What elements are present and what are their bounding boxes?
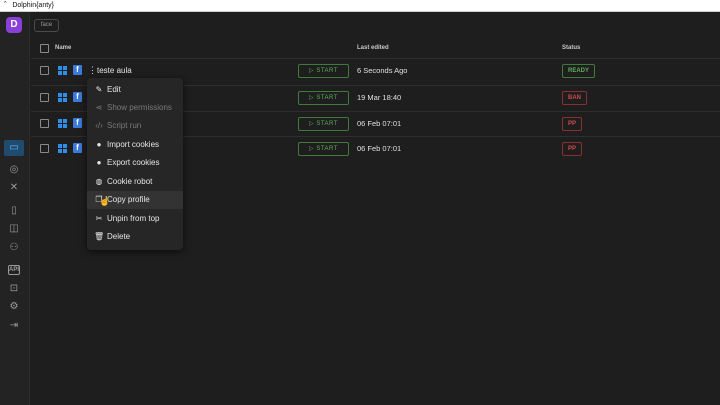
- select-all-checkbox[interactable]: [40, 44, 49, 53]
- row-checkbox[interactable]: [40, 66, 49, 75]
- status-badge: PP: [562, 117, 583, 131]
- unpin-icon: ✂: [95, 214, 103, 223]
- menu-item-label: Export cookies: [107, 158, 160, 167]
- proxy-icon[interactable]: ✕: [6, 181, 22, 195]
- last-edited: 6 Seconds Ago: [357, 66, 408, 75]
- menu-item-delete[interactable]: 🗑 Delete: [87, 228, 183, 246]
- menu-item-unpin-from-top[interactable]: ✂ Unpin from top: [87, 210, 183, 228]
- settings-icon[interactable]: ⚙: [6, 300, 22, 314]
- profiles-icon[interactable]: ▭: [4, 140, 24, 156]
- last-edited: 06 Feb 07:01: [357, 119, 402, 128]
- context-menu: ✎ Edit ⋖ Show permissions ‹/› Script run ● I…: [87, 78, 183, 250]
- menu-item-edit[interactable]: ✎ Edit: [87, 81, 183, 99]
- team-icon[interactable]: ⚇: [6, 241, 22, 255]
- menu-item-label: Show permissions: [107, 103, 172, 112]
- menu-item-label: Cookie robot: [107, 177, 153, 186]
- last-edited: 19 Mar 18:40: [357, 93, 402, 102]
- facebook-icon: f: [73, 65, 82, 75]
- table-header: Name Last edited Status: [31, 41, 720, 55]
- facebook-icon: f: [73, 118, 82, 128]
- menu-item-show-permissions[interactable]: ⋖ Show permissions: [87, 99, 183, 117]
- sidebar: D ▭ ◎ ✕ ▯ ◫ ⚇ API ⊡ ⚙ ⇥: [0, 12, 30, 405]
- row-checkbox[interactable]: [40, 93, 49, 102]
- cookie-robot-icon: ◍: [95, 177, 103, 186]
- menu-item-label: Delete: [107, 232, 131, 241]
- menu-item-label: Script run: [107, 121, 142, 130]
- row-checkbox[interactable]: [40, 119, 49, 128]
- facebook-icon: f: [73, 92, 82, 102]
- status-badge: PP: [562, 142, 583, 156]
- windows-icon: [58, 119, 67, 128]
- trash-icon: 🗑: [94, 232, 105, 241]
- more-options-icon[interactable]: ⋮: [88, 64, 97, 76]
- menu-item-label: Edit: [107, 85, 121, 94]
- header-status[interactable]: Status: [562, 45, 580, 51]
- scripts-icon[interactable]: ⊡: [6, 282, 22, 296]
- bookmark-icon[interactable]: ▯: [6, 204, 22, 218]
- app-logo[interactable]: D: [6, 17, 22, 33]
- cookie-icon: ●: [96, 140, 102, 149]
- search-filter-chip[interactable]: face: [34, 19, 59, 32]
- windows-icon: [58, 66, 67, 75]
- status-badge: READY: [562, 64, 596, 78]
- code-icon: ‹/›: [95, 121, 103, 130]
- windows-icon: [58, 144, 67, 153]
- header-last-edited[interactable]: Last edited: [357, 45, 389, 51]
- windows-icon: [58, 93, 67, 102]
- cookie-icon: ●: [96, 158, 102, 167]
- extensions-icon[interactable]: ◫: [6, 222, 22, 236]
- api-icon[interactable]: API: [8, 265, 20, 275]
- window-title: Dolphin{anty}: [12, 2, 54, 9]
- menu-item-label: Unpin from top: [107, 214, 160, 223]
- row-checkbox[interactable]: [40, 144, 49, 153]
- menu-item-import-cookies[interactable]: ● Import cookies: [87, 136, 183, 154]
- profile-name: teste aula: [97, 66, 132, 75]
- menu-item-label: Copy profile: [107, 195, 150, 204]
- menu-item-export-cookies[interactable]: ● Export cookies: [87, 154, 183, 172]
- menu-item-script-run[interactable]: ‹/› Script run: [87, 117, 183, 135]
- menu-item-label: Import cookies: [107, 140, 160, 149]
- app-glyph: ˆ: [4, 2, 7, 9]
- share-icon: ⋖: [95, 103, 103, 112]
- start-button[interactable]: ▷ START: [298, 142, 349, 156]
- menu-item-cookie-robot[interactable]: ◍ Cookie robot: [87, 173, 183, 191]
- chat-icon[interactable]: ◎: [6, 163, 22, 177]
- window-titlebar: ˆ Dolphin{anty}: [0, 0, 720, 12]
- header-name[interactable]: Name: [55, 45, 71, 51]
- start-button[interactable]: ▷ START: [298, 64, 349, 78]
- edit-icon: ✎: [95, 85, 103, 94]
- facebook-icon: f: [73, 143, 82, 153]
- status-badge: BAN: [562, 91, 587, 105]
- start-button[interactable]: ▷ START: [298, 117, 349, 131]
- hand-cursor-icon: ☝: [99, 196, 111, 206]
- logout-icon[interactable]: ⇥: [6, 319, 22, 333]
- last-edited: 06 Feb 07:01: [357, 144, 402, 153]
- start-button[interactable]: ▷ START: [298, 91, 349, 105]
